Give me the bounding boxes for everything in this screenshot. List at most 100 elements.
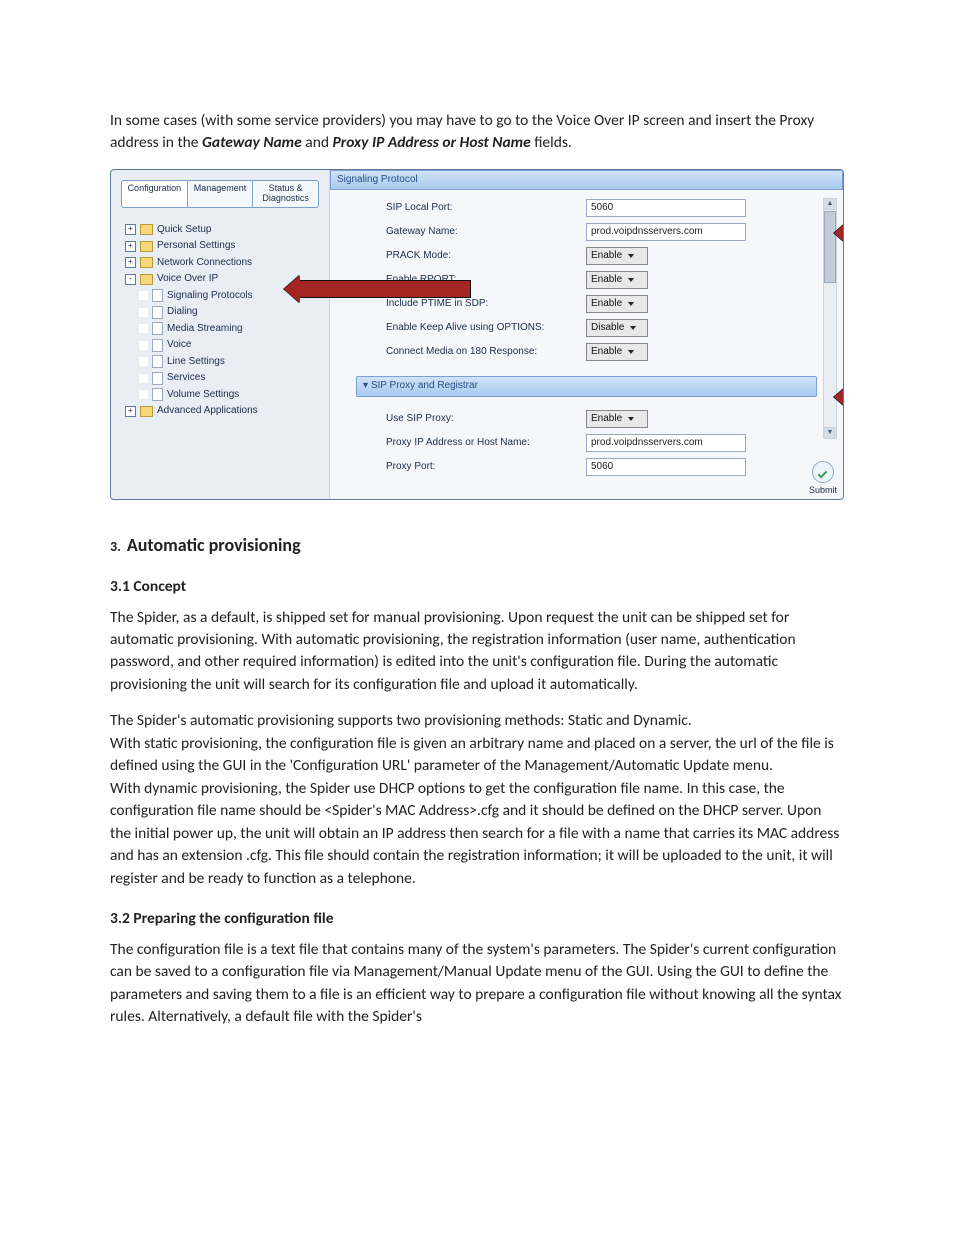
select-dropdown[interactable]: Enable: [586, 295, 648, 313]
field-label: Gateway Name:: [386, 225, 586, 240]
tab-configuration[interactable]: Configuration: [122, 181, 188, 207]
field-label: Enable Keep Alive using OPTIONS:: [386, 321, 586, 336]
nav-tree: + Quick Setup + Personal Settings+Network C…: [121, 222, 319, 420]
para-3-1-d: With dynamic provisioning, the Spider us…: [110, 778, 844, 890]
fields-signaling: SIP Local Port:5060Gateway Name:prod.voi…: [330, 190, 843, 366]
submit-label: Submit: [809, 485, 837, 495]
field-label: Use SIP Proxy:: [386, 412, 586, 427]
folder-icon: [140, 224, 153, 235]
nav-tabs: Configuration Management Status & Diagno…: [121, 180, 319, 208]
select-value: Disable: [591, 321, 624, 335]
text-input[interactable]: prod.voipdnsservers.com: [586, 434, 746, 452]
panel-title-bar: Signaling Protocol: [330, 170, 843, 191]
intro-paragraph: In some cases (with some service provide…: [110, 110, 844, 155]
folder-icon: [140, 406, 153, 417]
field-label: SIP Local Port:: [386, 201, 586, 216]
field-label: Proxy Port:: [386, 460, 586, 475]
settings-panel: Signaling Protocol SIP Local Port:5060Ga…: [329, 170, 843, 499]
heading-section-3: 3.Automatic provisioning: [110, 532, 844, 558]
tree-label: Services: [167, 371, 205, 386]
intro-emph-gateway: Gateway Name: [202, 133, 302, 152]
tree-item[interactable]: Services: [139, 370, 319, 387]
fields-proxy: Use SIP Proxy:EnableProxy IP Address or …: [330, 401, 843, 481]
tree-label: Volume Settings: [167, 388, 239, 403]
field-label: PRACK Mode:: [386, 249, 586, 264]
tree-label: Signaling Protocols: [167, 289, 253, 304]
expand-icon[interactable]: +: [125, 224, 136, 235]
intro-emph-proxy: Proxy IP Address or Host Name: [333, 133, 531, 152]
spacer-icon: [139, 308, 148, 317]
chevron-down-icon: [628, 412, 634, 426]
field-row: Connect Media on 180 Response: Enable: [386, 340, 817, 364]
chevron-down-icon: [628, 249, 634, 263]
intro-mid: and: [302, 133, 333, 152]
page-icon: [152, 388, 163, 401]
submit-button[interactable]: [812, 461, 834, 483]
para-3-1-b: The Spider's automatic provisioning supp…: [110, 710, 844, 732]
expand-icon[interactable]: +: [125, 241, 136, 252]
submit-wrap: Submit: [809, 461, 837, 497]
heading-3-2: 3.2 Preparing the configuration file: [110, 908, 844, 930]
tree-label: Voice: [167, 338, 191, 353]
tree-label: Voice Over IP: [157, 272, 218, 287]
nav-sidebar: Configuration Management Status & Diagno…: [111, 170, 329, 499]
scroll-down-icon[interactable]: ▼: [824, 427, 836, 438]
field-row: SIP Local Port:5060: [386, 196, 817, 220]
tree-item[interactable]: Dialing: [139, 304, 319, 321]
field-label: Include PTIME in SDP:: [386, 297, 586, 312]
select-value: Enable: [591, 345, 622, 359]
page-icon: [152, 372, 163, 385]
text-input[interactable]: 5060: [586, 458, 746, 476]
tree-item[interactable]: Volume Settings: [139, 387, 319, 404]
panel-title: Signaling Protocol: [337, 174, 418, 185]
select-dropdown[interactable]: Enable: [586, 410, 648, 428]
tree-item[interactable]: Media Streaming: [139, 321, 319, 338]
voip-screenshot: Configuration Management Status & Diagno…: [110, 169, 844, 500]
field-row: Proxy Port:5060: [386, 455, 817, 479]
intro-post: fields.: [531, 133, 572, 152]
tree-item[interactable]: + Personal Settings: [125, 238, 319, 255]
field-label: Connect Media on 180 Response:: [386, 345, 586, 360]
field-row: Gateway Name:prod.voipdnsservers.com: [386, 220, 817, 244]
tree-item[interactable]: Voice: [139, 337, 319, 354]
spacer-icon: [139, 324, 148, 333]
tree-label: Personal Settings: [157, 239, 235, 254]
tree-item[interactable]: + Advanced Applications: [125, 403, 319, 420]
chevron-down-icon: [630, 321, 636, 335]
page-icon: [152, 322, 163, 335]
select-value: Enable: [591, 297, 622, 311]
field-row: Enable Keep Alive using OPTIONS: Disable: [386, 316, 817, 340]
folder-icon: [140, 274, 153, 285]
text-input[interactable]: 5060: [586, 199, 746, 217]
scroll-up-icon[interactable]: ▲: [824, 199, 836, 210]
subsection-title: SIP Proxy and Registrar: [371, 380, 478, 391]
field-row: Use SIP Proxy: Enable: [386, 407, 817, 431]
tree-item[interactable]: + Quick Setup: [125, 222, 319, 239]
chevron-down-icon: [628, 345, 634, 359]
tree-item[interactable]: Line Settings: [139, 354, 319, 371]
spacer-icon: [139, 390, 148, 399]
folder-icon: [140, 241, 153, 252]
chevron-down-icon: [628, 297, 634, 311]
heading-number: 3.: [110, 538, 121, 555]
select-dropdown[interactable]: Enable: [586, 343, 648, 361]
spacer-icon: [139, 374, 148, 383]
tab-status-diagnostics[interactable]: Status & Diagnostics: [253, 181, 318, 207]
expand-icon[interactable]: +: [125, 257, 136, 268]
select-dropdown[interactable]: Enable: [586, 271, 648, 289]
text-input[interactable]: prod.voipdnsservers.com: [586, 223, 746, 241]
select-dropdown[interactable]: Disable: [586, 319, 648, 337]
select-value: Enable: [591, 249, 622, 263]
annotation-arrow-tree: [299, 280, 471, 298]
select-value: Enable: [591, 412, 622, 426]
page-icon: [152, 355, 163, 368]
tree-item[interactable]: +Network Connections: [125, 255, 319, 272]
tree-label: Quick Setup: [157, 223, 211, 238]
expand-icon[interactable]: +: [125, 406, 136, 417]
select-dropdown[interactable]: Enable: [586, 247, 648, 265]
tree-label: Advanced Applications: [157, 404, 258, 419]
collapse-icon[interactable]: -: [125, 274, 136, 285]
tab-management[interactable]: Management: [188, 181, 254, 207]
select-value: Enable: [591, 273, 622, 287]
spacer-icon: [139, 291, 148, 300]
